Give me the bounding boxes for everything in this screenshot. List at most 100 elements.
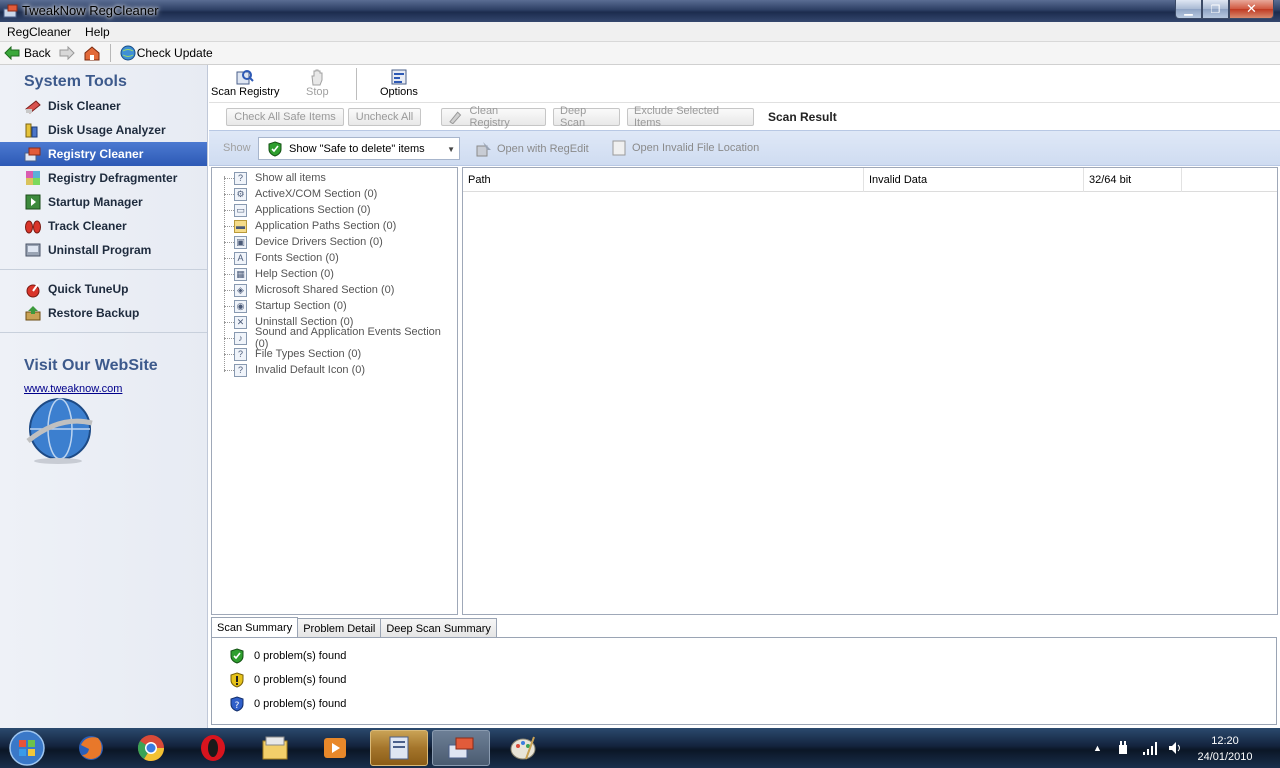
taskbar-regcleaner[interactable] bbox=[432, 730, 490, 766]
open-with-regedit-label: Open with RegEdit bbox=[497, 143, 589, 155]
tree-item-applications[interactable]: ▭ Applications Section (0) bbox=[212, 202, 457, 218]
clock-date: 24/01/2010 bbox=[1197, 751, 1253, 763]
menu-regcleaner[interactable]: RegCleaner bbox=[0, 25, 78, 39]
tree-item-label: File Types Section (0) bbox=[255, 348, 362, 360]
maximize-button[interactable]: ❐ bbox=[1202, 0, 1229, 19]
question-icon: ? bbox=[234, 171, 247, 185]
start-button[interactable] bbox=[4, 729, 50, 767]
regedit-icon bbox=[476, 142, 491, 157]
taskbar-paint[interactable] bbox=[494, 730, 552, 766]
clean-registry-label: Clean Registry bbox=[469, 105, 510, 129]
tree-item-application-paths[interactable]: ▬ Application Paths Section (0) bbox=[212, 218, 457, 234]
tree-connector bbox=[224, 242, 234, 243]
tree-item-label: Invalid Default Icon (0) bbox=[255, 364, 366, 376]
regcleaner-app-icon bbox=[3, 4, 18, 18]
tab-scan-summary[interactable]: Scan Summary bbox=[211, 617, 299, 638]
registry-defrag-icon bbox=[26, 171, 40, 185]
tree-item-help[interactable]: ▦ Help Section (0) bbox=[212, 266, 457, 282]
sidebar-item-restore-backup[interactable]: Restore Backup bbox=[0, 301, 207, 325]
summary-row-info: ? 0 problem(s) found bbox=[229, 696, 346, 712]
menu-bar: RegCleaner Help bbox=[0, 22, 1280, 42]
tree-item-sound-events[interactable]: ♪ Sound and Application Events Section (0… bbox=[212, 326, 457, 350]
options-button[interactable]: Options bbox=[380, 68, 418, 98]
track-cleaner-icon bbox=[25, 220, 41, 234]
minimize-button[interactable]: ▁ bbox=[1175, 0, 1202, 19]
back-arrow-icon bbox=[4, 46, 20, 60]
summary-text: 0 problem(s) found bbox=[254, 650, 347, 662]
sidebar-item-startup-manager[interactable]: Startup Manager bbox=[0, 190, 207, 214]
taskbar-explorer[interactable] bbox=[246, 730, 304, 766]
exclude-selected-button[interactable]: Exclude Selected Items bbox=[627, 105, 754, 129]
column-header-path[interactable]: Path bbox=[463, 168, 864, 192]
scan-registry-button[interactable]: Scan Registry bbox=[211, 68, 279, 98]
tab-problem-detail[interactable]: Problem Detail bbox=[297, 618, 382, 638]
tree-item-invalid-default-icon[interactable]: ? Invalid Default Icon (0) bbox=[212, 362, 457, 378]
forward-arrow-icon bbox=[59, 46, 75, 60]
tree-item-startup[interactable]: ◉ Startup Section (0) bbox=[212, 298, 457, 314]
sidebar: System Tools Disk Cleaner Disk Usage Ana… bbox=[0, 65, 208, 728]
network-signal-icon[interactable] bbox=[1142, 740, 1158, 756]
tree-item-label: Microsoft Shared Section (0) bbox=[255, 284, 395, 296]
show-filter-value: Show "Safe to delete" items bbox=[289, 142, 425, 155]
shared-component-icon: ◈ bbox=[234, 283, 247, 297]
uninstall-icon bbox=[25, 243, 41, 257]
disk-cleaner-icon bbox=[25, 100, 41, 114]
chevron-down-icon: ▼ bbox=[447, 145, 455, 154]
sidebar-item-quick-tuneup[interactable]: Quick TuneUp bbox=[0, 277, 207, 301]
forward-button[interactable] bbox=[55, 42, 79, 64]
sidebar-item-uninstall-program[interactable]: Uninstall Program bbox=[0, 238, 207, 262]
visit-website-heading: Visit Our WebSite bbox=[24, 357, 158, 374]
website-link[interactable]: www.tweaknow.com bbox=[24, 383, 122, 395]
check-update-button[interactable]: Check Update bbox=[116, 42, 217, 64]
taskbar-opera[interactable] bbox=[184, 730, 242, 766]
tree-item-fonts[interactable]: A Fonts Section (0) bbox=[212, 250, 457, 266]
open-invalid-file-location-button[interactable]: Open Invalid File Location bbox=[610, 139, 759, 157]
sidebar-item-registry-defragmenter[interactable]: Registry Defragmenter bbox=[0, 166, 207, 190]
tree-item-file-types[interactable]: ? File Types Section (0) bbox=[212, 346, 457, 362]
back-button[interactable]: Back bbox=[0, 42, 55, 64]
tree-item-activex[interactable]: ⚙ ActiveX/COM Section (0) bbox=[212, 186, 457, 202]
sidebar-divider bbox=[0, 269, 207, 270]
close-button[interactable]: ✕ bbox=[1229, 0, 1274, 19]
taskbar-media-player[interactable] bbox=[306, 730, 364, 766]
clean-registry-button[interactable]: Clean Registry bbox=[441, 105, 546, 129]
menu-help[interactable]: Help bbox=[78, 25, 117, 39]
sidebar-item-registry-cleaner[interactable]: Registry Cleaner bbox=[0, 142, 207, 166]
taskbar-firefox[interactable] bbox=[62, 730, 120, 766]
uncheck-all-button[interactable]: Uncheck All bbox=[348, 108, 421, 126]
sidebar-item-disk-usage-analyzer[interactable]: Disk Usage Analyzer bbox=[0, 118, 207, 142]
clock[interactable]: 12:20 24/01/2010 bbox=[1190, 733, 1260, 765]
tree-item-label: Fonts Section (0) bbox=[255, 252, 339, 264]
results-header: Path Invalid Data 32/64 bit bbox=[463, 168, 1277, 192]
tree-item-show-all[interactable]: ? Show all items bbox=[212, 170, 457, 186]
tree-item-label: ActiveX/COM Section (0) bbox=[255, 188, 378, 200]
home-button[interactable] bbox=[79, 42, 105, 64]
tab-deep-scan-summary[interactable]: Deep Scan Summary bbox=[380, 618, 497, 638]
column-header-bitness[interactable]: 32/64 bit bbox=[1084, 168, 1182, 192]
deep-scan-button[interactable]: Deep Scan bbox=[553, 105, 620, 129]
sidebar-item-track-cleaner[interactable]: Track Cleaner bbox=[0, 214, 207, 238]
folder-icon: ▬ bbox=[234, 219, 247, 233]
volume-icon[interactable] bbox=[1168, 740, 1184, 756]
tree-connector bbox=[224, 194, 234, 195]
show-filter-select[interactable]: Show "Safe to delete" items ▼ bbox=[258, 137, 460, 160]
help-book-icon: ▦ bbox=[234, 267, 247, 281]
show-hidden-icons-icon[interactable]: ▲ bbox=[1093, 743, 1102, 753]
tree-item-label: Device Drivers Section (0) bbox=[255, 236, 383, 248]
tree-item-microsoft-shared[interactable]: ◈ Microsoft Shared Section (0) bbox=[212, 282, 457, 298]
tree-connector bbox=[224, 274, 234, 275]
check-all-safe-button[interactable]: Check All Safe Items bbox=[226, 108, 344, 126]
toolbar-separator bbox=[109, 44, 111, 62]
open-with-regedit-button[interactable]: Open with RegEdit bbox=[475, 140, 589, 158]
stop-button[interactable]: Stop bbox=[306, 68, 329, 98]
taskbar-regcleaner-manager[interactable] bbox=[370, 730, 428, 766]
taskbar-chrome[interactable] bbox=[122, 730, 180, 766]
sidebar-item-disk-cleaner[interactable]: Disk Cleaner bbox=[0, 94, 207, 118]
tree-item-label: Applications Section (0) bbox=[255, 204, 371, 216]
activex-icon: ⚙ bbox=[234, 187, 247, 201]
sidebar-divider bbox=[0, 332, 207, 333]
section-tree: ? Show all items ⚙ ActiveX/COM Section (0)… bbox=[211, 167, 458, 615]
column-header-invalid-data[interactable]: Invalid Data bbox=[864, 168, 1084, 192]
power-plug-icon[interactable] bbox=[1116, 740, 1130, 756]
tree-item-device-drivers[interactable]: ▣ Device Drivers Section (0) bbox=[212, 234, 457, 250]
